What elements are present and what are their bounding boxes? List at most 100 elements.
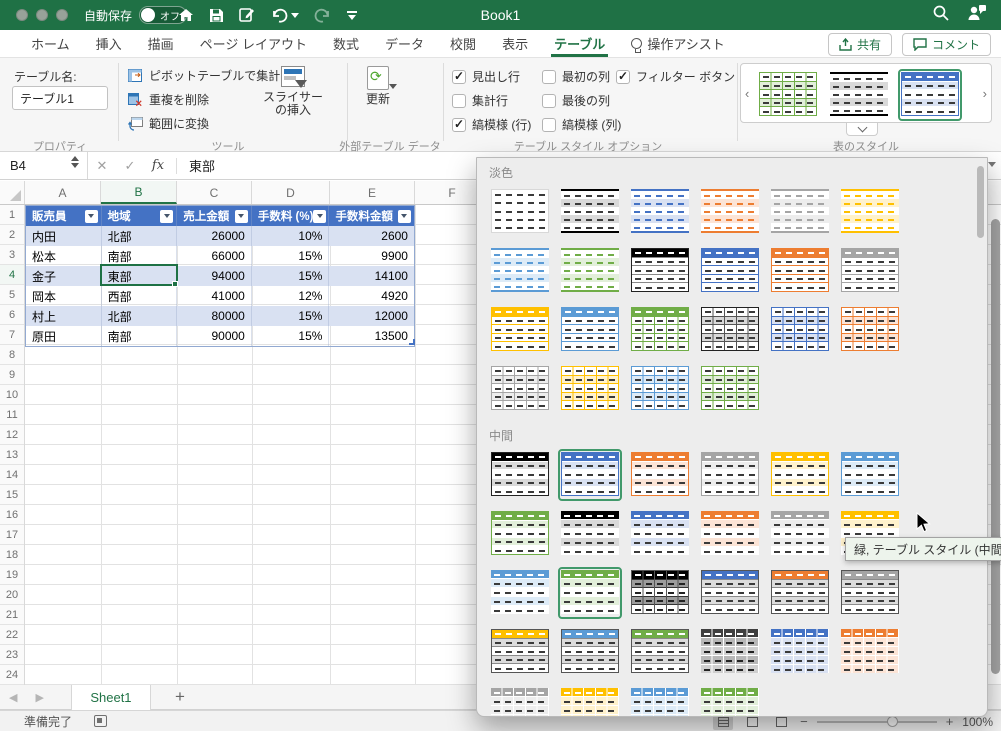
checkbox-icon[interactable] xyxy=(452,93,466,108)
edit-mode-icon[interactable] xyxy=(239,7,255,23)
zoom-window-button[interactable] xyxy=(56,9,68,21)
table-cell[interactable]: 南部 xyxy=(102,326,178,346)
table-cell[interactable]: 9900 xyxy=(329,246,414,266)
table-header-cell[interactable]: 売上金額 xyxy=(177,206,252,226)
row-header-21[interactable]: 21 xyxy=(0,605,24,625)
tab-formulas[interactable]: 数式 xyxy=(320,30,372,57)
medium-style-thumb-blue-mtop[interactable] xyxy=(698,567,762,619)
save-icon[interactable] xyxy=(209,8,224,23)
traffic-lights[interactable] xyxy=(16,9,68,21)
table-cell[interactable]: 41000 xyxy=(177,286,252,306)
select-all-corner[interactable] xyxy=(0,181,25,204)
tab-insert[interactable]: 挿入 xyxy=(83,30,135,57)
refresh-button[interactable]: ⟳ 更新 xyxy=(343,66,413,106)
table-cell[interactable]: 村上 xyxy=(26,306,102,326)
medium-style-thumb-blue-mseg[interactable] xyxy=(628,508,692,560)
autosave-control[interactable]: 自動保存 オフ xyxy=(84,0,188,30)
light-style-thumb-orange-stripe[interactable] xyxy=(698,186,762,238)
medium-style-thumb-blue2-mfill[interactable] xyxy=(628,685,692,716)
table-cell[interactable]: 東部 xyxy=(102,266,178,286)
table-cell[interactable]: 10% xyxy=(252,226,330,246)
filter-button[interactable] xyxy=(84,209,98,223)
tab-table[interactable]: テーブル xyxy=(541,30,618,57)
row-header-14[interactable]: 14 xyxy=(0,465,24,485)
search-icon[interactable] xyxy=(933,5,949,26)
filter-button[interactable] xyxy=(160,209,174,223)
customize-toolbar-icon[interactable] xyxy=(347,10,357,20)
table-cell[interactable]: 14100 xyxy=(329,266,414,286)
table-cell[interactable]: 26000 xyxy=(177,226,252,246)
row-header-6[interactable]: 6 xyxy=(0,305,24,325)
medium-style-thumb-green-mtop[interactable] xyxy=(628,626,692,678)
remove-duplicates-button[interactable]: ✕ 重複を削除 xyxy=(128,91,209,108)
vertical-scrollbar[interactable] xyxy=(991,219,1000,674)
medium-style-thumb-gray-mseg[interactable] xyxy=(768,508,832,560)
medium-style-thumb-green-mfill[interactable] xyxy=(698,685,762,716)
column-header-A[interactable]: A xyxy=(25,181,101,204)
medium-style-thumb-black-mseg[interactable] xyxy=(558,508,622,560)
row-header-10[interactable]: 10 xyxy=(0,385,24,405)
medium-style-thumb-yellow-mhdr[interactable] xyxy=(768,449,832,501)
light-style-thumb-blue-hdr[interactable] xyxy=(698,245,762,297)
close-window-button[interactable] xyxy=(16,9,28,21)
sheet-nav-right-icon[interactable]: ▶ xyxy=(26,691,52,704)
comments-button[interactable]: コメント xyxy=(901,33,991,56)
refresh-dropdown-icon[interactable] xyxy=(389,84,397,89)
row-header-17[interactable]: 17 xyxy=(0,525,24,545)
medium-style-thumb-blue2-mhdr[interactable] xyxy=(838,449,902,501)
table-cell[interactable]: 4920 xyxy=(329,286,414,306)
name-box-stepper[interactable] xyxy=(71,156,79,168)
ribbon-style-thumb-green-grid[interactable] xyxy=(756,69,820,121)
table-header-cell[interactable]: 手数料金額 xyxy=(329,206,414,226)
insert-slicer-button[interactable]: スライサーの挿入 xyxy=(258,66,328,117)
checkbox-icon[interactable] xyxy=(452,117,466,132)
row-header-4[interactable]: 4 xyxy=(0,265,24,285)
macro-record-icon[interactable] xyxy=(94,715,108,727)
medium-style-thumb-gray-mfill[interactable] xyxy=(488,685,552,716)
row-header-2[interactable]: 2 xyxy=(0,225,24,245)
tab-data[interactable]: データ xyxy=(372,30,437,57)
table-cell[interactable]: 15% xyxy=(252,246,330,266)
table-styles-gallery-expand-button[interactable] xyxy=(846,122,878,136)
table-cell[interactable]: 90000 xyxy=(177,326,252,346)
table-cell[interactable]: 13500 xyxy=(329,326,414,346)
column-header-C[interactable]: C xyxy=(177,181,252,204)
table-cell[interactable]: 北部 xyxy=(102,226,178,246)
row-header-19[interactable]: 19 xyxy=(0,565,24,585)
checkbox-icon[interactable] xyxy=(542,93,556,108)
tab-review[interactable]: 校閲 xyxy=(437,30,489,57)
medium-style-thumb-blue-mfill[interactable] xyxy=(768,626,832,678)
light-style-thumb-black-stripe[interactable] xyxy=(558,186,622,238)
undo-icon[interactable] xyxy=(270,8,288,23)
insert-function-icon[interactable]: fx xyxy=(144,158,172,173)
checkbox-縞模様 (列)[interactable]: 縞模様 (列) xyxy=(542,116,621,133)
table-cell[interactable]: 西部 xyxy=(102,286,178,306)
row-header-12[interactable]: 12 xyxy=(0,425,24,445)
panel-scrollbar[interactable] xyxy=(977,166,984,238)
medium-style-thumb-green-mhdr[interactable] xyxy=(488,508,552,560)
gallery-scroll-left-icon[interactable]: ‹ xyxy=(745,86,749,101)
table-name-input[interactable] xyxy=(12,86,108,110)
tab-page-layout[interactable]: ページ レイアウト xyxy=(187,30,320,57)
minimize-window-button[interactable] xyxy=(36,9,48,21)
light-style-thumb-green-grid[interactable] xyxy=(698,363,762,415)
table-cell[interactable]: 80000 xyxy=(177,306,252,326)
checkbox-icon[interactable] xyxy=(542,117,556,132)
table-cell[interactable]: 内田 xyxy=(26,226,102,246)
light-style-thumb-yellow-stripe[interactable] xyxy=(838,186,902,238)
table-cell[interactable]: 2600 xyxy=(329,226,414,246)
table-cell[interactable]: 12% xyxy=(252,286,330,306)
light-style-thumb-yellow-hdr[interactable] xyxy=(488,304,552,356)
table-cell[interactable]: 12000 xyxy=(329,306,414,326)
formula-bar-expand-icon[interactable] xyxy=(988,162,996,167)
medium-style-thumb-blue2-mtop[interactable] xyxy=(558,626,622,678)
table-cell[interactable]: 15% xyxy=(252,306,330,326)
column-header-E[interactable]: E xyxy=(330,181,415,204)
medium-style-thumb-orange-mtop[interactable] xyxy=(768,567,832,619)
row-header-13[interactable]: 13 xyxy=(0,445,24,465)
medium-style-thumb-gray-mtop[interactable] xyxy=(838,567,902,619)
row-header-18[interactable]: 18 xyxy=(0,545,24,565)
light-style-thumb-orange-hdr[interactable] xyxy=(768,245,832,297)
zoom-slider[interactable] xyxy=(816,715,937,727)
light-style-thumb-gray-stripe[interactable] xyxy=(768,186,832,238)
